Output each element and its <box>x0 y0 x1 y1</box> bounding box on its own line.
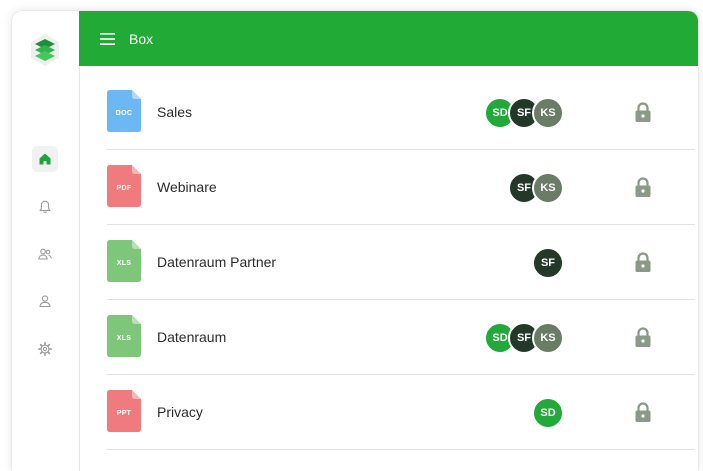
sidebar-item-settings[interactable] <box>32 336 58 362</box>
app-logo <box>28 33 62 67</box>
avatar[interactable]: SF <box>532 247 564 279</box>
member-avatars: KS SF <box>508 172 564 204</box>
avatar[interactable]: SD <box>532 397 564 429</box>
user-icon <box>39 295 51 308</box>
sidebar-item-groups[interactable] <box>32 241 58 267</box>
file-name: Webinare <box>157 179 217 195</box>
file-name: Privacy <box>157 404 203 420</box>
file-row[interactable]: DOC Sales KS SF SD <box>107 75 695 150</box>
file-name: Datenraum <box>157 329 227 345</box>
menu-button[interactable] <box>99 32 117 46</box>
gear-icon <box>37 341 52 356</box>
app-header: Box <box>79 11 698 66</box>
file-type-icon: PPT <box>107 390 141 432</box>
file-name: Sales <box>157 104 193 120</box>
sidebar-item-home[interactable] <box>32 146 58 172</box>
member-avatars: KS SF SD <box>484 97 564 129</box>
avatar[interactable]: KS <box>532 322 564 354</box>
app-window: Box DOC Sales KS SF SD PDF Webinare KS S… <box>12 11 698 471</box>
avatar[interactable]: KS <box>532 172 564 204</box>
file-type-icon: XLS <box>107 240 141 282</box>
header-title: Box <box>129 30 154 47</box>
file-type-label: DOC <box>115 110 133 117</box>
file-row[interactable]: PPT Privacy SD <box>107 375 695 450</box>
file-list: DOC Sales KS SF SD PDF Webinare KS SF XL… <box>107 75 695 450</box>
file-name: Datenraum Partner <box>157 254 277 270</box>
sidebar-item-profile[interactable] <box>32 288 58 314</box>
users-icon <box>38 248 52 260</box>
lock-icon[interactable] <box>634 402 652 423</box>
file-type-icon: DOC <box>107 90 141 132</box>
lock-icon[interactable] <box>634 327 652 348</box>
lock-icon[interactable] <box>634 102 652 123</box>
home-icon <box>39 153 51 165</box>
bell-icon <box>39 200 51 213</box>
file-type-label: XLS <box>116 335 132 342</box>
file-type-label: PDF <box>116 185 132 192</box>
member-avatars: SD <box>532 397 564 429</box>
file-type-label: PPT <box>116 410 132 417</box>
file-row[interactable]: XLS Datenraum KS SF SD <box>107 300 695 375</box>
avatar[interactable]: KS <box>532 97 564 129</box>
file-type-label: XLS <box>116 260 132 267</box>
member-avatars: SF <box>532 247 564 279</box>
lock-icon[interactable] <box>634 252 652 273</box>
file-row[interactable]: XLS Datenraum Partner SF <box>107 225 695 300</box>
lock-icon[interactable] <box>634 177 652 198</box>
file-type-icon: XLS <box>107 315 141 357</box>
file-type-icon: PDF <box>107 165 141 207</box>
hamburger-icon <box>100 32 115 45</box>
sidebar <box>12 11 80 471</box>
sidebar-item-notifications[interactable] <box>32 194 58 220</box>
file-row[interactable]: PDF Webinare KS SF <box>107 150 695 225</box>
member-avatars: KS SF SD <box>484 322 564 354</box>
